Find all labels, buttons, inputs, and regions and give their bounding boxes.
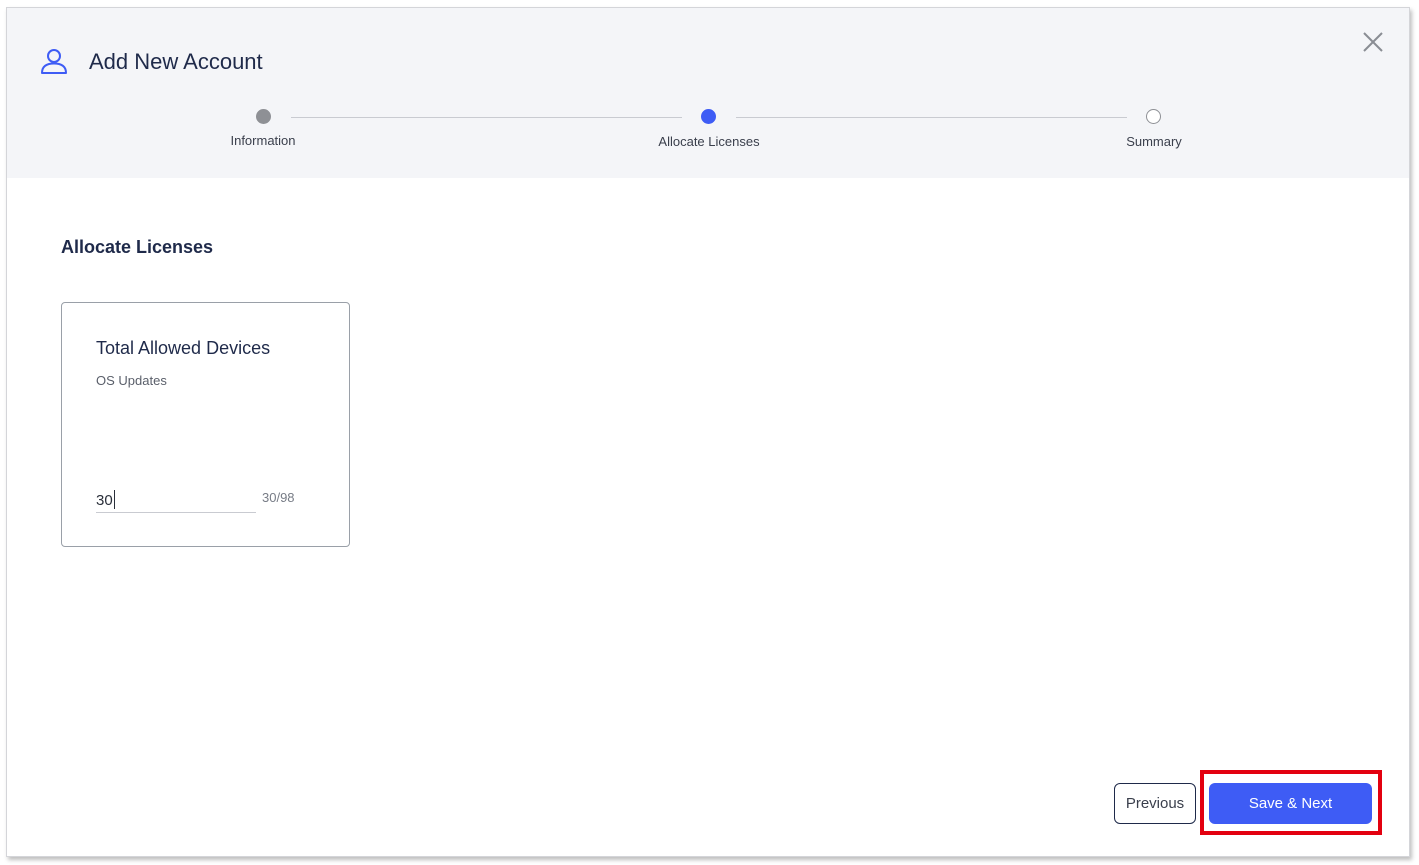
dialog-title: Add New Account — [89, 49, 263, 74]
user-icon — [41, 49, 67, 74]
step-label-allocate-licenses: Allocate Licenses — [658, 134, 760, 149]
card-subtitle: OS Updates — [96, 373, 167, 388]
step-label-information: Information — [230, 133, 296, 148]
save-next-button[interactable]: Save & Next — [1209, 783, 1372, 824]
text-caret — [114, 490, 115, 509]
stepper-connector — [736, 117, 1127, 118]
section-title: Allocate Licenses — [61, 237, 214, 257]
stepper-connector — [291, 117, 682, 118]
card-title: Total Allowed Devices — [96, 338, 271, 358]
step-label-summary: Summary — [1126, 134, 1182, 149]
close-icon[interactable] — [1361, 30, 1385, 54]
step-dot-summary — [1146, 109, 1161, 124]
step-dot-information — [256, 109, 271, 124]
device-count-limit: 30/98 — [262, 490, 295, 505]
license-card: Total Allowed Devices OS Updates 30/98 — [61, 302, 350, 547]
previous-button[interactable]: Previous — [1114, 783, 1196, 824]
add-account-dialog: Add New Account Information Allocate Lic… — [6, 7, 1410, 857]
device-count-input[interactable] — [96, 488, 256, 513]
step-dot-allocate-licenses — [701, 109, 716, 124]
dialog-header: Add New Account Information Allocate Lic… — [7, 8, 1409, 178]
